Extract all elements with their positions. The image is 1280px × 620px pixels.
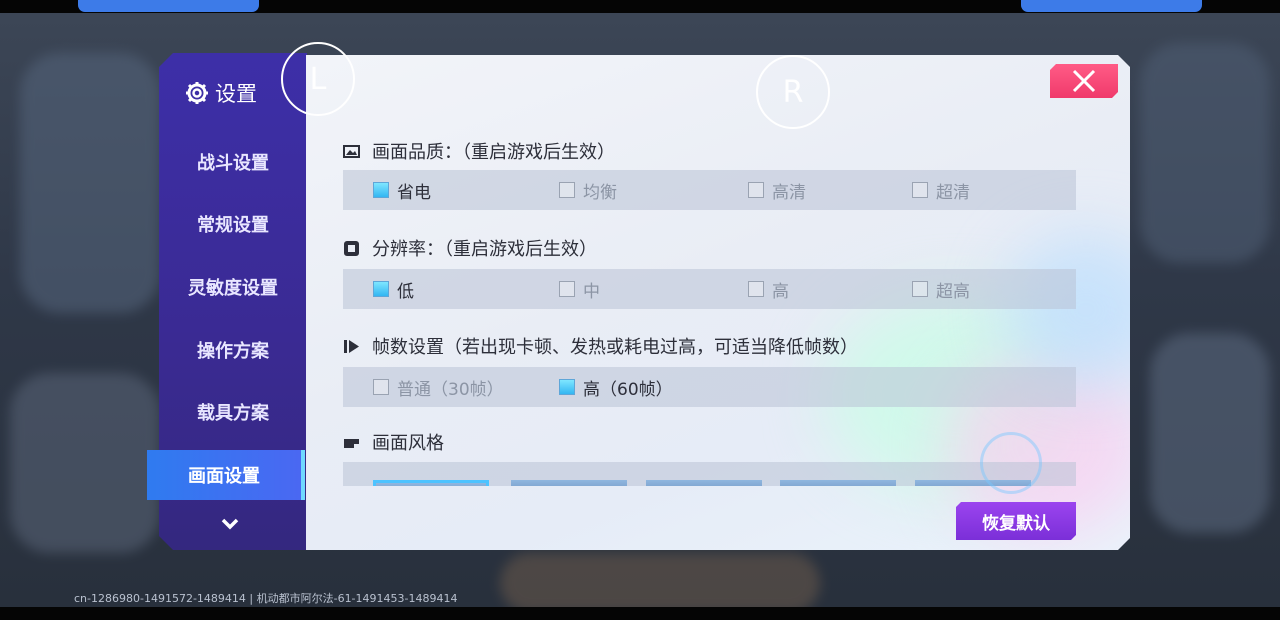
r-button-badge: R: [756, 55, 830, 129]
sidebar-item-vehicle[interactable]: 载具方案: [159, 387, 307, 437]
quality-section-title: 画面品质：（重启游戏后生效）: [343, 138, 615, 164]
style-thumbnail-1[interactable]: [373, 480, 489, 486]
image-icon: [343, 144, 360, 158]
checkbox[interactable]: [559, 182, 575, 198]
framerate-option-high[interactable]: 高（60帧）: [559, 367, 673, 407]
style-thumbnail-3[interactable]: [646, 480, 762, 486]
framerate-option-normal[interactable]: 普通（30帧）: [373, 367, 504, 407]
resolution-options-row: 低 中 高 超高: [343, 269, 1076, 309]
joystick-indicator: [980, 432, 1042, 494]
quality-options-row: 省电 均衡 高清 超清: [343, 170, 1076, 210]
chevron-down-icon[interactable]: [220, 514, 240, 534]
sidebar-item-combat[interactable]: 战斗设置: [159, 137, 307, 187]
top-left-indicator: [78, 0, 259, 12]
play-icon: [344, 339, 359, 353]
sidebar-item-general[interactable]: 常规设置: [159, 199, 307, 249]
close-button[interactable]: [1050, 64, 1118, 98]
checkbox[interactable]: [559, 281, 575, 297]
resolution-icon: [344, 240, 359, 256]
resolution-section-title: 分辨率：（重启游戏后生效）: [343, 235, 597, 261]
quality-option-ultra[interactable]: 超清: [912, 170, 970, 210]
checkbox[interactable]: [748, 182, 764, 198]
resolution-option-high[interactable]: 高: [748, 269, 789, 309]
system-top-bar: [0, 0, 1280, 13]
style-thumbnail-4[interactable]: [780, 480, 896, 486]
sidebar-item-graphics[interactable]: 画面设置: [147, 450, 305, 500]
sidebar-item-sensitivity[interactable]: 灵敏度设置: [159, 262, 307, 312]
resolution-option-medium[interactable]: 中: [559, 269, 600, 309]
resolution-option-low[interactable]: 低: [373, 269, 414, 309]
settings-title: 设置: [215, 82, 257, 106]
checkbox[interactable]: [373, 182, 389, 198]
checkbox[interactable]: [373, 281, 389, 297]
top-right-indicator: [1021, 0, 1202, 12]
checkbox[interactable]: [912, 182, 928, 198]
checkbox[interactable]: [559, 379, 575, 395]
style-section-title: 画面风格: [343, 429, 444, 455]
gear-icon: [186, 82, 208, 104]
settings-header: 设置: [185, 78, 257, 108]
quality-option-power-saving[interactable]: 省电: [373, 170, 431, 210]
close-icon: [1072, 69, 1096, 93]
framerate-options-row: 普通（30帧） 高（60帧）: [343, 367, 1076, 407]
style-thumbnails-row: [343, 462, 1076, 486]
resolution-option-ultra[interactable]: 超高: [912, 269, 970, 309]
system-bottom-bar: [0, 607, 1280, 620]
framerate-section-title: 帧数设置（若出现卡顿、发热或耗电过高，可适当降低帧数）: [343, 333, 858, 359]
sidebar-item-controls[interactable]: 操作方案: [159, 325, 307, 375]
version-text: cn-1286980-1491572-1489414 | 机动都市阿尔法-61-…: [74, 592, 458, 605]
quality-option-balanced[interactable]: 均衡: [559, 170, 617, 210]
checkbox[interactable]: [748, 281, 764, 297]
checkbox[interactable]: [912, 281, 928, 297]
l-button-badge: L: [281, 42, 355, 116]
style-thumbnail-2[interactable]: [511, 480, 627, 486]
quality-option-hd[interactable]: 高清: [748, 170, 806, 210]
style-icon: [344, 438, 359, 448]
checkbox[interactable]: [373, 379, 389, 395]
reset-default-button[interactable]: 恢复默认: [956, 502, 1076, 540]
